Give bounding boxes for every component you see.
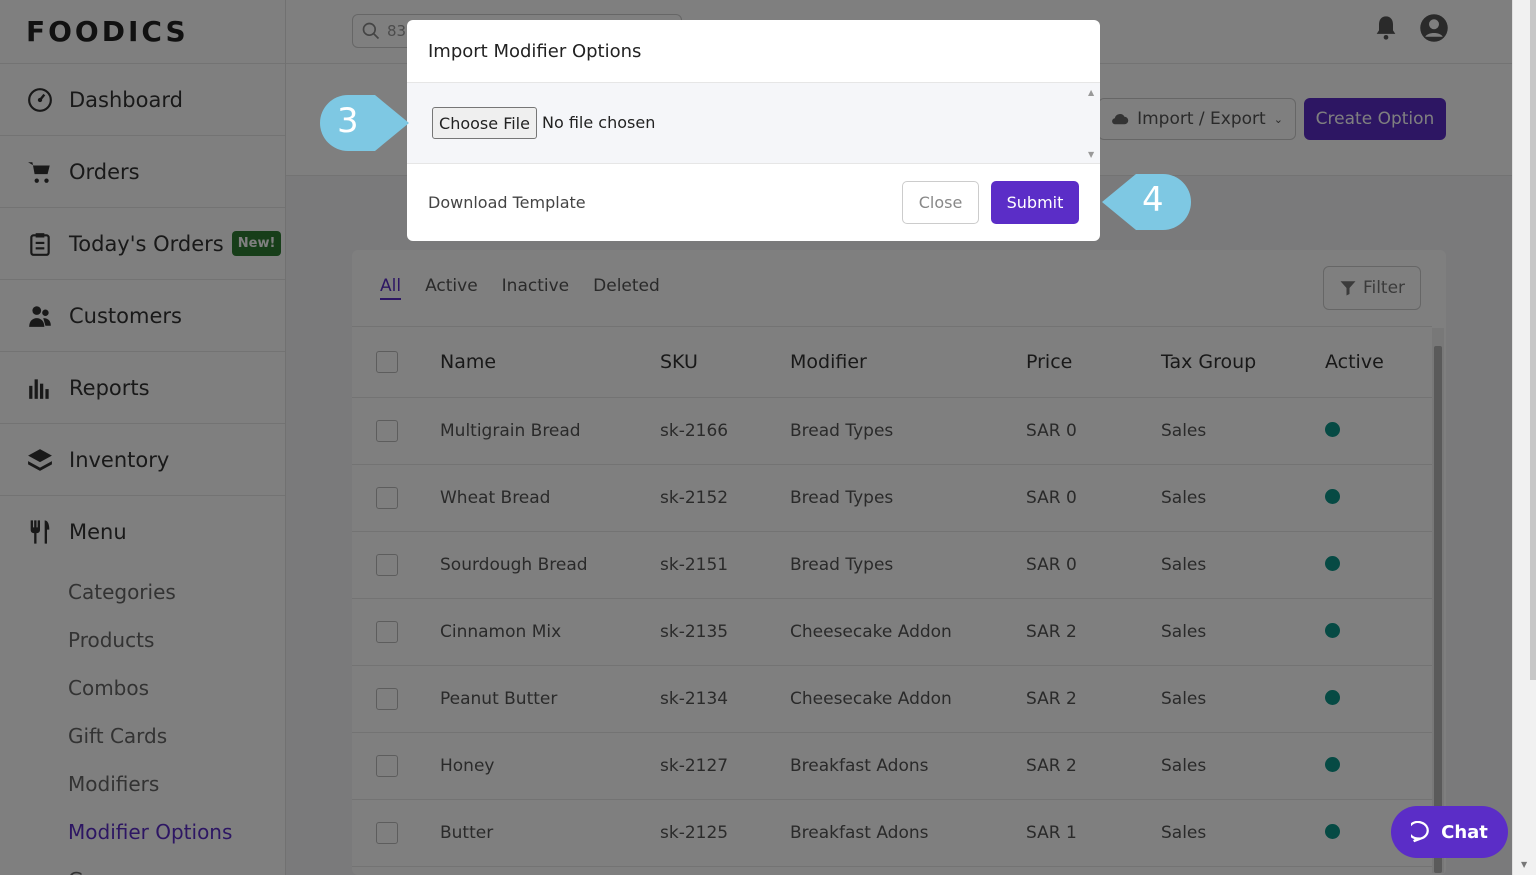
step-4-callout: 4 bbox=[1098, 172, 1198, 232]
scroll-up-arrow-icon[interactable]: ▲ bbox=[1088, 88, 1094, 97]
scroll-down-arrow-icon[interactable]: ▼ bbox=[1088, 150, 1094, 159]
step-3-number: 3 bbox=[337, 101, 359, 141]
modal-title: Import Modifier Options bbox=[407, 20, 1100, 83]
chat-bubble-icon bbox=[1411, 821, 1429, 843]
scroll-down-arrow-icon[interactable]: ▼ bbox=[1521, 860, 1527, 869]
page-scrollbar-thumb[interactable] bbox=[1530, 0, 1536, 680]
callout-arrow-right-shape bbox=[320, 95, 409, 151]
file-status-text: No file chosen bbox=[542, 113, 656, 132]
chat-label: Chat bbox=[1441, 821, 1488, 843]
modal-footer: Download Template Close Submit bbox=[407, 164, 1100, 241]
close-button[interactable]: Close bbox=[902, 181, 979, 224]
choose-file-button[interactable]: Choose File bbox=[432, 107, 537, 139]
step-3-callout: 3 bbox=[313, 93, 413, 153]
download-template-link[interactable]: Download Template bbox=[428, 193, 586, 212]
modal-body-scrollbar[interactable]: ▲ ▼ bbox=[1083, 83, 1100, 164]
chat-button[interactable]: Chat bbox=[1391, 806, 1508, 858]
import-modal: Import Modifier Options Choose File No f… bbox=[407, 20, 1100, 241]
modal-body: Choose File No file chosen ▲ ▼ bbox=[407, 83, 1100, 164]
step-4-number: 4 bbox=[1142, 180, 1164, 220]
page-scrollbar[interactable]: ▼ bbox=[1512, 0, 1536, 875]
submit-button[interactable]: Submit bbox=[991, 181, 1079, 224]
